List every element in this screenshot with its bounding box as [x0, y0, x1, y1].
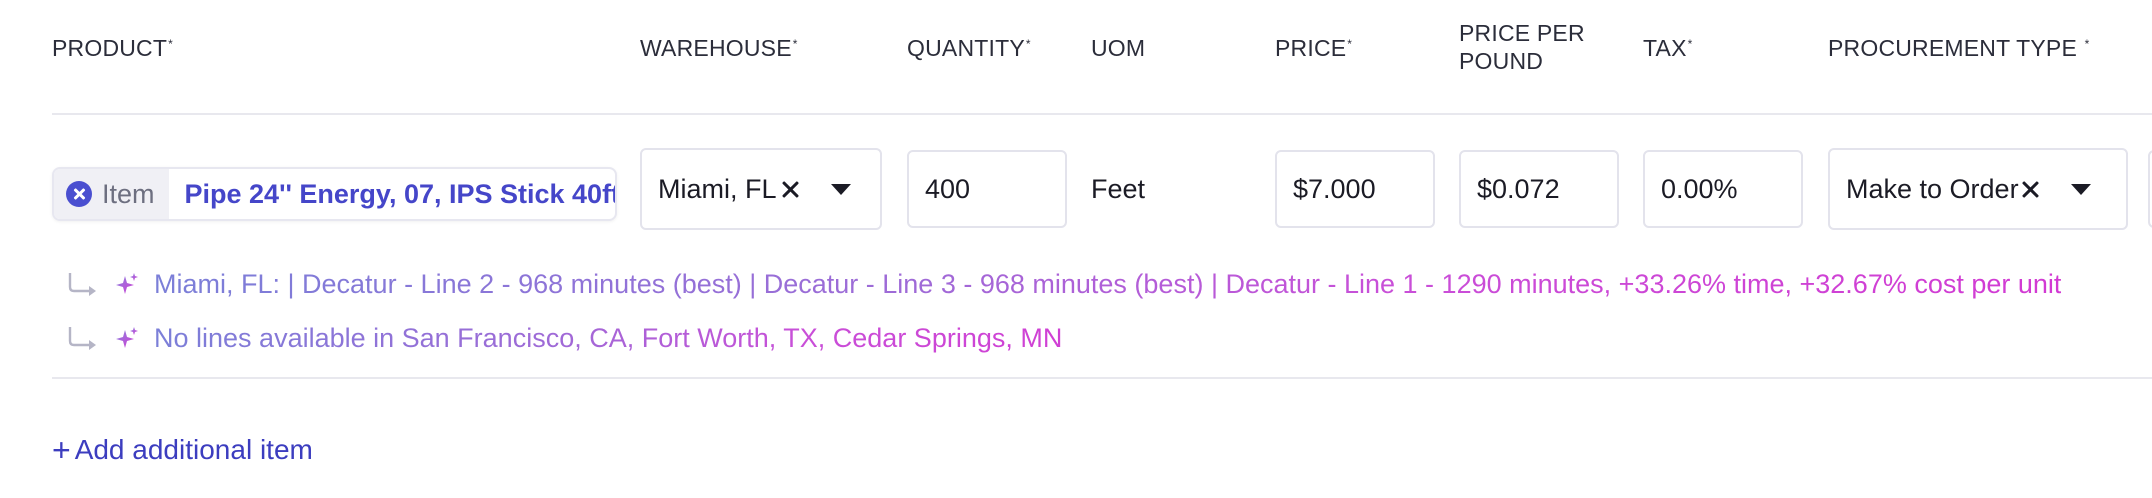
procurement-type-select[interactable]: Make to Order [1828, 148, 2128, 230]
add-item-button[interactable]: + Add additional item [52, 434, 313, 466]
header-tax: TAX* [1643, 35, 1693, 61]
warehouse-select[interactable]: Miami, FL [640, 148, 882, 230]
tax-input[interactable]: 0.00% [1643, 150, 1803, 228]
item-tag-label: Item [102, 178, 155, 209]
ai-note-text: Miami, FL: | Decatur - Line 2 - 968 minu… [154, 269, 2062, 299]
chevron-down-icon[interactable] [2070, 183, 2091, 195]
ai-note-text: No lines available in San Francisco, CA,… [154, 323, 1063, 353]
tax-value: 0.00% [1661, 173, 1738, 204]
warehouse-value: Miami, FL [658, 173, 777, 204]
price-per-pound-input[interactable]: $0.072 [1459, 150, 1619, 228]
ai-note-line: Miami, FL: | Decatur - Line 2 - 968 minu… [66, 269, 2061, 300]
chevron-down-icon[interactable] [830, 183, 851, 195]
plus-icon: + [52, 432, 71, 468]
item-tag: Item [54, 169, 169, 219]
price-value: $7.000 [1293, 173, 1376, 204]
price-input[interactable]: $7.000 [1275, 150, 1435, 228]
quantity-input[interactable]: 400 [907, 150, 1067, 228]
uom-value: Feet [1091, 174, 1146, 204]
header-quantity: QUANTITY* [907, 35, 1031, 61]
header-procurement-type: PROCUREMENT TYPE * [1828, 35, 2090, 61]
sparkle-icon [116, 272, 138, 294]
next-column-field[interactable] [2148, 150, 2152, 228]
sparkle-icon [116, 326, 138, 348]
procurement-type-value: Make to Order [1846, 173, 2019, 204]
remove-item-icon[interactable] [66, 181, 92, 207]
quantity-value: 400 [925, 173, 971, 204]
add-item-label: Add additional item [74, 434, 313, 465]
row-divider [52, 377, 2152, 379]
product-chip[interactable]: Item Pipe 24'' Energy, 07, IPS Stick 40f… [52, 167, 617, 221]
header-uom: UOM [1091, 35, 1146, 61]
ai-note-line: No lines available in San Francisco, CA,… [66, 323, 1062, 354]
header-product: PRODUCT* [52, 35, 173, 61]
clear-procurement-icon[interactable] [2021, 180, 2039, 198]
product-name[interactable]: Pipe 24'' Energy, 07, IPS Stick 40ft [169, 169, 615, 219]
branch-arrow-icon [68, 326, 96, 350]
header-price: PRICE* [1275, 35, 1353, 61]
header-warehouse: WAREHOUSE* [640, 35, 798, 61]
price-per-pound-value: $0.072 [1477, 173, 1560, 204]
header-divider [52, 113, 2152, 115]
header-price-per-pound: PRICE PER POUND [1459, 20, 1585, 74]
branch-arrow-icon [68, 272, 96, 296]
clear-warehouse-icon[interactable] [781, 180, 799, 198]
